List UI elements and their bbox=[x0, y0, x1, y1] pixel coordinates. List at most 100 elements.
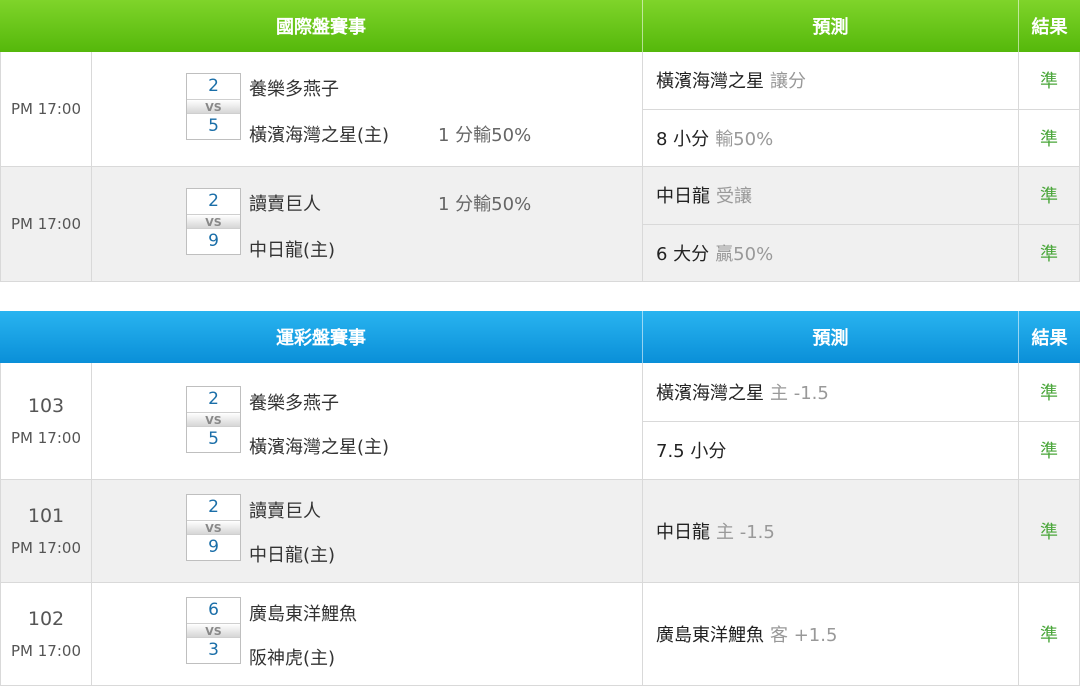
prediction-detail: 贏50% bbox=[715, 243, 774, 265]
game-time: PM 17:00 bbox=[11, 429, 81, 447]
result-cell: 準 bbox=[1019, 480, 1080, 582]
table-row: 103 PM 17:00 2 VS 5 養樂多燕子 橫濱海灣之星(主) 橫濱海灣… bbox=[0, 363, 1080, 480]
matchup-cell: 2 VS 5 養樂多燕子 橫濱海灣之星(主) bbox=[92, 363, 643, 479]
event-column-header: 運彩盤賽事 bbox=[0, 311, 643, 363]
lottery-section: 運彩盤賽事 預測 結果 103 PM 17:00 2 VS 5 養樂多燕子 橫濱… bbox=[0, 311, 1080, 686]
away-team-name: 讀賣巨人 bbox=[249, 194, 321, 215]
home-score: 5 bbox=[208, 116, 219, 136]
away-score: 2 bbox=[208, 76, 219, 96]
prediction-cell: 中日龍 主 -1.5 bbox=[643, 480, 1019, 582]
result-cell: 準 準 bbox=[1019, 52, 1080, 166]
away-score: 2 bbox=[208, 497, 219, 517]
prediction-item: 8 小分 輸50% bbox=[643, 110, 1018, 167]
prediction-main: 8 小分 bbox=[656, 128, 710, 150]
prediction-cell: 中日龍 受讓 6 大分 贏50% bbox=[643, 167, 1019, 281]
result-mark: 準 bbox=[1019, 167, 1079, 225]
vs-label: VS bbox=[187, 99, 240, 114]
prediction-item: 廣島東洋鯉魚 客 +1.5 bbox=[643, 583, 1018, 685]
game-time: PM 17:00 bbox=[11, 100, 81, 118]
vs-label: VS bbox=[187, 412, 240, 427]
prediction-item: 橫濱海灣之星 讓分 bbox=[643, 52, 1018, 110]
away-score: 6 bbox=[208, 600, 219, 620]
home-score: 5 bbox=[208, 429, 219, 449]
away-team-name: 養樂多燕子 bbox=[249, 393, 339, 414]
table-row: PM 17:00 2 VS 5 養樂多燕子 橫濱海灣之星(主) 1 分輸50% … bbox=[0, 52, 1080, 167]
score-box: 2 VS 5 bbox=[186, 386, 241, 453]
prediction-detail: 受讓 bbox=[716, 186, 752, 208]
result-mark: 準 bbox=[1040, 243, 1058, 265]
prediction-detail: 主 -1.5 bbox=[770, 382, 829, 404]
home-team-name: 中日龍(主) bbox=[249, 240, 336, 261]
home-team-name: 中日龍(主) bbox=[249, 545, 336, 566]
score-box: 2 VS 9 bbox=[186, 494, 241, 561]
result-mark: 準 bbox=[1040, 625, 1058, 646]
away-score: 2 bbox=[208, 191, 219, 211]
prediction-main: 7.5 小分 bbox=[656, 441, 727, 463]
event-column-header: 國際盤賽事 bbox=[0, 0, 643, 52]
prediction-main: 橫濱海灣之星 bbox=[656, 71, 764, 93]
home-score: 9 bbox=[208, 231, 219, 251]
prediction-cell: 橫濱海灣之星 讓分 8 小分 輸50% bbox=[643, 52, 1019, 166]
game-time-cell: 102 PM 17:00 bbox=[0, 583, 92, 685]
handicap-text: 1 分輸50% bbox=[438, 194, 532, 215]
game-number: 101 bbox=[27, 505, 65, 527]
prediction-main: 中日龍 bbox=[656, 186, 710, 208]
result-column-header: 結果 bbox=[1019, 311, 1080, 363]
prediction-detail: 主 -1.5 bbox=[716, 522, 775, 543]
game-number: 102 bbox=[27, 608, 65, 630]
prediction-item: 中日龍 主 -1.5 bbox=[643, 480, 1018, 582]
game-number: 103 bbox=[27, 395, 65, 417]
result-mark: 準 bbox=[1019, 363, 1079, 422]
home-score: 9 bbox=[208, 537, 219, 557]
away-team-name: 養樂多燕子 bbox=[249, 79, 339, 100]
handicap-text: 1 分輸50% bbox=[438, 125, 532, 146]
prediction-item: 橫濱海灣之星 主 -1.5 bbox=[643, 363, 1018, 422]
result-cell: 準 bbox=[1019, 583, 1080, 685]
prediction-item: 6 大分 贏50% bbox=[643, 225, 1018, 282]
prediction-main: 橫濱海灣之星 bbox=[656, 382, 764, 404]
game-time: PM 17:00 bbox=[11, 642, 81, 660]
matchup-cell: 2 VS 5 養樂多燕子 橫濱海灣之星(主) 1 分輸50% bbox=[92, 52, 643, 166]
game-time-cell: 103 PM 17:00 bbox=[0, 363, 92, 479]
prediction-main: 6 大分 bbox=[656, 243, 710, 265]
away-team-name: 讀賣巨人 bbox=[249, 501, 321, 522]
lottery-header: 運彩盤賽事 預測 結果 bbox=[0, 311, 1080, 363]
game-time-cell: PM 17:00 bbox=[0, 167, 92, 281]
home-score: 3 bbox=[208, 640, 219, 660]
prediction-column-header: 預測 bbox=[643, 311, 1019, 363]
prediction-cell: 橫濱海灣之星 主 -1.5 7.5 小分 bbox=[643, 363, 1019, 479]
result-mark: 準 bbox=[1040, 441, 1058, 463]
home-team-name: 橫濱海灣之星(主) bbox=[249, 437, 390, 458]
table-row: 101 PM 17:00 2 VS 9 讀賣巨人 中日龍(主) 中日龍 主 -1… bbox=[0, 480, 1080, 583]
matchup-cell: 6 VS 3 廣島東洋鯉魚 阪神虎(主) bbox=[92, 583, 643, 685]
result-mark: 準 bbox=[1040, 128, 1058, 150]
game-time: PM 17:00 bbox=[11, 215, 81, 233]
prediction-main: 廣島東洋鯉魚 bbox=[656, 625, 764, 646]
home-team-name: 阪神虎(主) bbox=[249, 648, 336, 669]
game-time: PM 17:00 bbox=[11, 539, 81, 557]
score-box: 2 VS 9 bbox=[186, 188, 241, 255]
score-box: 2 VS 5 bbox=[186, 73, 241, 140]
score-box: 6 VS 3 bbox=[186, 597, 241, 664]
prediction-item: 中日龍 受讓 bbox=[643, 167, 1018, 225]
prediction-main: 中日龍 bbox=[656, 522, 710, 543]
home-team-name: 橫濱海灣之星(主) bbox=[249, 125, 390, 146]
prediction-column-header: 預測 bbox=[643, 0, 1019, 52]
result-mark: 準 bbox=[1040, 522, 1058, 543]
matchup-cell: 2 VS 9 讀賣巨人 1 分輸50% 中日龍(主) bbox=[92, 167, 643, 281]
game-time-cell: 101 PM 17:00 bbox=[0, 480, 92, 582]
prediction-detail: 輸50% bbox=[715, 128, 774, 150]
prediction-cell: 廣島東洋鯉魚 客 +1.5 bbox=[643, 583, 1019, 685]
table-row: 102 PM 17:00 6 VS 3 廣島東洋鯉魚 阪神虎(主) 廣島東洋鯉魚… bbox=[0, 583, 1080, 686]
prediction-detail: 客 +1.5 bbox=[770, 625, 838, 646]
game-time-cell: PM 17:00 bbox=[0, 52, 92, 166]
matchup-cell: 2 VS 9 讀賣巨人 中日龍(主) bbox=[92, 480, 643, 582]
result-mark: 準 bbox=[1019, 52, 1079, 110]
result-cell: 準 準 bbox=[1019, 167, 1080, 281]
vs-label: VS bbox=[187, 520, 240, 535]
vs-label: VS bbox=[187, 623, 240, 638]
vs-label: VS bbox=[187, 214, 240, 229]
international-section: 國際盤賽事 預測 結果 PM 17:00 2 VS 5 養樂多燕子 橫濱海灣之星… bbox=[0, 0, 1080, 282]
away-team-name: 廣島東洋鯉魚 bbox=[249, 604, 357, 625]
table-row: PM 17:00 2 VS 9 讀賣巨人 1 分輸50% 中日龍(主) 中日龍 … bbox=[0, 167, 1080, 282]
